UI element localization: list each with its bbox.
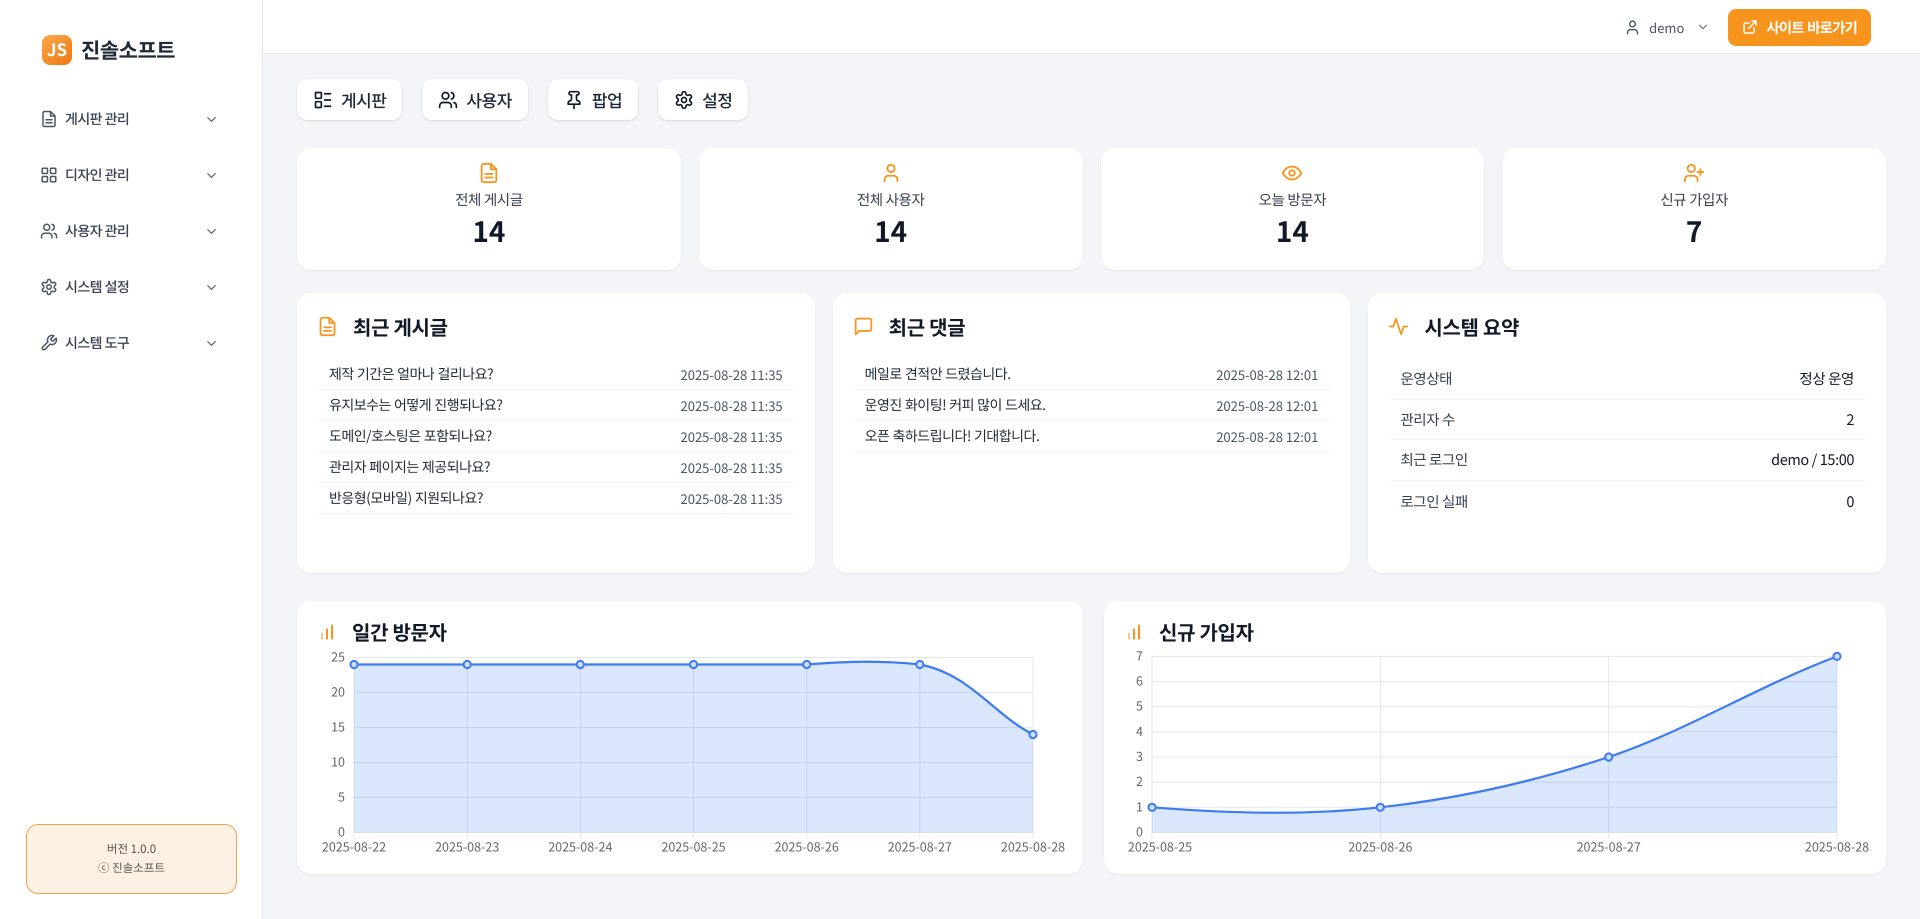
svg-text:2025-08-25: 2025-08-25 — [1128, 837, 1192, 856]
svg-text:6: 6 — [1136, 671, 1143, 690]
svg-text:2025-08-27: 2025-08-27 — [1577, 837, 1641, 856]
svg-text:2025-08-28: 2025-08-28 — [1001, 837, 1065, 856]
svg-text:2025-08-28: 2025-08-28 — [1805, 837, 1869, 856]
svg-text:2025-08-26: 2025-08-26 — [1348, 837, 1412, 856]
svg-text:15: 15 — [331, 717, 345, 736]
svg-text:2025-08-23: 2025-08-23 — [435, 837, 499, 856]
svg-text:25: 25 — [331, 647, 345, 666]
svg-text:2025-08-24: 2025-08-24 — [548, 837, 612, 856]
svg-text:20: 20 — [331, 682, 345, 701]
svg-text:3: 3 — [1136, 746, 1143, 765]
svg-text:JS: JS — [47, 38, 67, 61]
svg-text:2025-08-25: 2025-08-25 — [661, 837, 725, 856]
svg-text:1: 1 — [1136, 796, 1143, 815]
svg-text:10: 10 — [331, 752, 345, 771]
svg-text:2: 2 — [1136, 771, 1143, 790]
svg-text:2025-08-27: 2025-08-27 — [888, 837, 952, 856]
svg-text:7: 7 — [1136, 645, 1143, 664]
svg-text:4: 4 — [1136, 721, 1143, 740]
svg-text:2025-08-26: 2025-08-26 — [775, 837, 839, 856]
svg-text:5: 5 — [338, 787, 345, 806]
svg-text:2025-08-22: 2025-08-22 — [322, 837, 386, 856]
svg-text:5: 5 — [1136, 696, 1143, 715]
